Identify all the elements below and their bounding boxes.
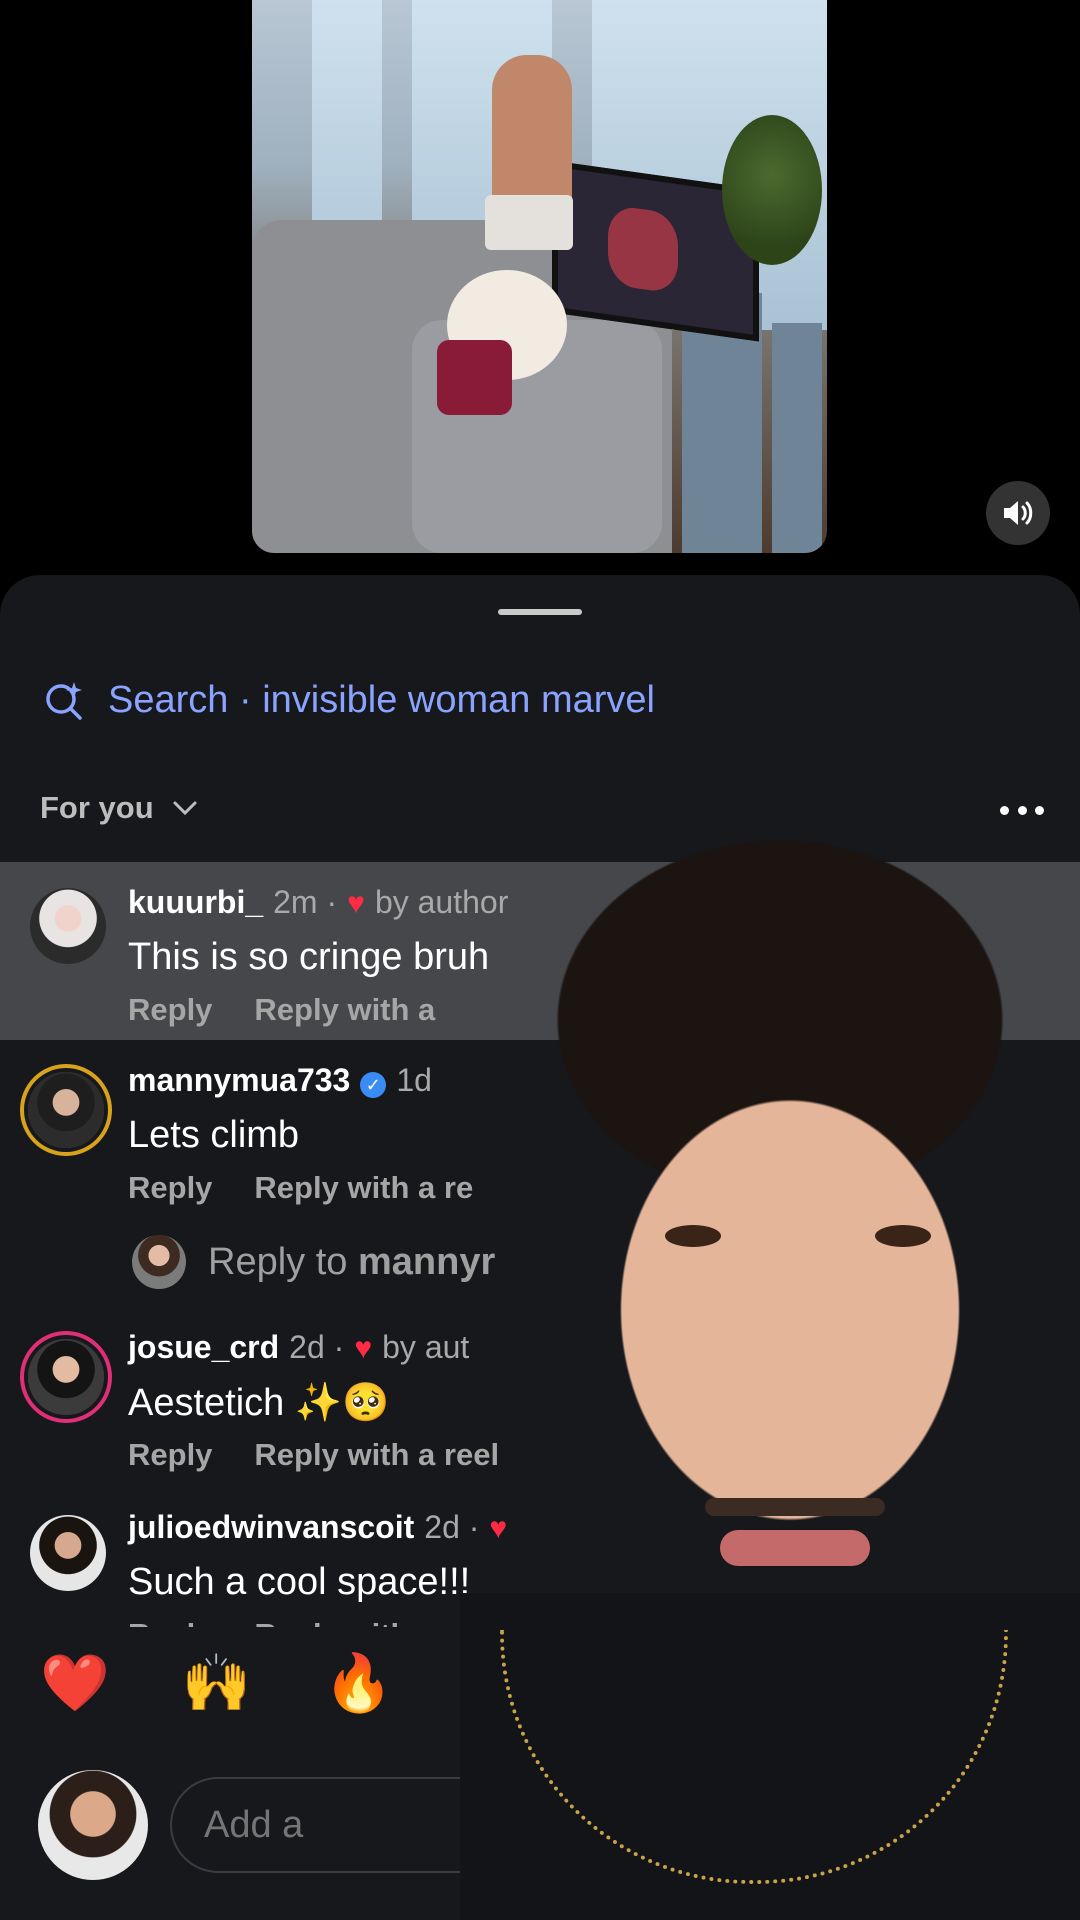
liked-by-author: by author xyxy=(374,884,509,920)
comment-time: 2d · xyxy=(289,1329,345,1365)
emoji-quick-bar: ❤️ 🙌 🔥 xyxy=(40,1650,393,1716)
comment-username[interactable]: mannymua733 xyxy=(128,1062,350,1099)
comment-username[interactable]: kuuurbi_ xyxy=(128,884,263,921)
comment-text: This is so cringe bruh xyxy=(128,936,490,978)
dot xyxy=(1017,805,1027,815)
emoji-raised-hands-button[interactable]: 🙌 xyxy=(182,1650,252,1716)
reply-button[interactable]: Reply xyxy=(128,992,212,1028)
comment-text: Such a cool space!!! xyxy=(128,1561,471,1603)
comment-username[interactable]: josue_crd xyxy=(128,1329,279,1366)
reply-button[interactable]: Reply xyxy=(128,1437,212,1473)
comment-actions: Reply Reply with a reel xyxy=(128,1437,499,1473)
reply-to-shortcut[interactable]: Reply to mannyr xyxy=(132,1235,495,1289)
dot xyxy=(1035,805,1044,815)
related-search-text: Search · invisible woman marvel xyxy=(108,679,655,722)
reply-to-label: Reply to xyxy=(208,1240,348,1283)
reply-with-reel-button[interactable]: Reply with a re xyxy=(254,1170,473,1206)
heart-icon: ♥ xyxy=(354,1332,373,1365)
mouth xyxy=(720,1530,870,1566)
reply-with-reel-button[interactable]: Reply with a xyxy=(254,992,435,1028)
necklace xyxy=(500,1630,1008,1884)
sheet-drag-handle[interactable] xyxy=(498,609,582,615)
comment-text: Lets climb xyxy=(128,1114,300,1156)
liked-by-author: by aut xyxy=(382,1329,470,1365)
person-shorts xyxy=(485,195,573,250)
current-user-avatar xyxy=(132,1235,186,1289)
plant xyxy=(722,115,822,265)
search-sparkle-icon xyxy=(46,682,82,720)
sort-label: For you xyxy=(40,790,154,825)
bag xyxy=(437,340,512,415)
eye xyxy=(665,1225,721,1247)
avatar[interactable] xyxy=(30,1515,106,1591)
comment-header: kuuurbi_ 2m · ♥ by author xyxy=(128,884,508,921)
avatar[interactable] xyxy=(30,888,106,964)
chevron-down-icon xyxy=(173,801,197,816)
eye xyxy=(875,1225,931,1247)
speaker-icon xyxy=(1004,501,1033,525)
reply-button[interactable]: Reply xyxy=(128,1170,212,1206)
comment-text: Aestetich ✨🥺 xyxy=(128,1382,390,1424)
more-options-button[interactable] xyxy=(1000,803,1044,817)
face-cam-overlay xyxy=(460,830,1080,1920)
emoji-heart-button[interactable]: ❤️ xyxy=(40,1650,110,1716)
avatar[interactable] xyxy=(28,1072,104,1148)
avatar[interactable] xyxy=(28,1339,104,1415)
reply-with-reel-button[interactable]: Reply with a r xyxy=(254,1617,456,1627)
my-avatar xyxy=(38,1770,148,1880)
comment-actions: Reply Reply with a xyxy=(128,992,435,1028)
search-prefix: Search xyxy=(108,678,229,721)
building xyxy=(772,323,822,553)
sort-dropdown[interactable]: For you xyxy=(40,790,198,826)
dot xyxy=(1000,805,1009,815)
comment-username[interactable]: julioedwinvanscoit xyxy=(128,1509,414,1546)
emoji-fire-button[interactable]: 🔥 xyxy=(323,1650,393,1716)
comment-time: 1d xyxy=(396,1062,432,1098)
comment-header: josue_crd 2d · ♥ by aut xyxy=(128,1329,469,1366)
verified-badge-icon: ✓ xyxy=(360,1072,387,1098)
mute-button[interactable] xyxy=(986,481,1050,545)
comment-actions: Reply Reply with a re xyxy=(128,1170,473,1206)
search-query: invisible woman marvel xyxy=(262,678,655,721)
video-player[interactable] xyxy=(252,0,827,553)
reply-button[interactable]: Reply xyxy=(128,1617,212,1627)
heart-icon: ♥ xyxy=(347,887,365,920)
related-search-link[interactable]: Search · invisible woman marvel xyxy=(44,675,655,725)
comment-header: julioedwinvanscoit 2d · ♥ xyxy=(128,1509,507,1546)
comment-actions: Reply Reply with a r xyxy=(128,1617,456,1627)
person xyxy=(492,55,572,215)
mustache xyxy=(705,1498,885,1516)
comment-time: 2m · xyxy=(273,884,338,920)
search-separator: · xyxy=(238,678,252,721)
comment-header: mannymua733 ✓ 1d xyxy=(128,1062,432,1099)
